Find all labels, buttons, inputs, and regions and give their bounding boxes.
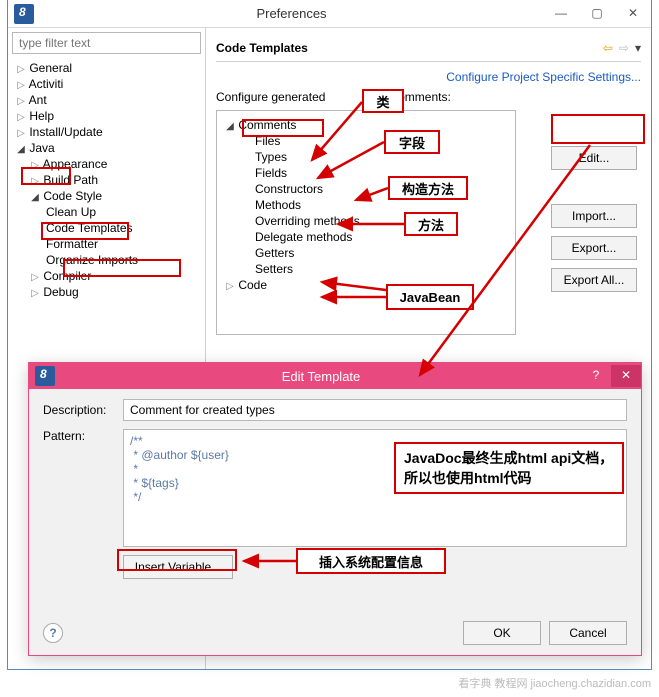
- tree-cleanup[interactable]: Clean Up: [12, 204, 201, 220]
- close-button[interactable]: ✕: [615, 3, 651, 25]
- minimize-button[interactable]: —: [543, 3, 579, 25]
- pattern-content: /** * @author ${user} * * ${tags} */: [130, 434, 229, 504]
- app-icon: [35, 366, 55, 386]
- dialog-help-button[interactable]: ?: [581, 365, 611, 387]
- ok-button[interactable]: OK: [463, 621, 541, 645]
- templates-setters[interactable]: Setters: [225, 261, 507, 277]
- configure-project-link[interactable]: Configure Project Specific Settings...: [216, 70, 641, 84]
- edit-template-dialog: Edit Template ? ✕ Description: Pattern: …: [28, 362, 642, 656]
- app-icon: [14, 4, 34, 24]
- import-button[interactable]: Import...: [551, 204, 637, 228]
- tree-compiler[interactable]: ▷ Compiler: [12, 268, 201, 284]
- tree-codetemplates[interactable]: Code Templates: [12, 220, 201, 236]
- tree-install[interactable]: ▷ Install/Update: [12, 124, 201, 140]
- pattern-label: Pattern:: [43, 429, 123, 443]
- page-title: Code Templates: [216, 41, 603, 55]
- templates-methods[interactable]: Methods: [225, 197, 507, 213]
- help-icon[interactable]: ?: [43, 623, 63, 643]
- description-label: Description:: [43, 403, 123, 417]
- dialog-close-button[interactable]: ✕: [611, 365, 641, 387]
- preferences-tree: ▷ General ▷ Activiti ▷ Ant ▷ Help ▷ Inst…: [12, 60, 201, 300]
- menu-icon[interactable]: ▾: [635, 41, 641, 55]
- cancel-button[interactable]: Cancel: [549, 621, 627, 645]
- filter-input[interactable]: [12, 32, 201, 54]
- templates-fields[interactable]: Fields: [225, 165, 507, 181]
- back-icon[interactable]: ⇦: [603, 41, 613, 55]
- edit-button[interactable]: Edit...: [551, 146, 637, 170]
- templates-code[interactable]: Code: [238, 278, 267, 292]
- tree-formatter[interactable]: Formatter: [12, 236, 201, 252]
- templates-delegate[interactable]: Delegate methods: [225, 229, 507, 245]
- templates-overriding[interactable]: Overriding methods: [225, 213, 507, 229]
- dialog-title: Edit Template: [61, 369, 581, 384]
- preferences-titlebar: Preferences — ▢ ✕: [8, 0, 651, 28]
- insert-variable-button[interactable]: Insert Variable...: [123, 555, 233, 579]
- tree-debug[interactable]: ▷ Debug: [12, 284, 201, 300]
- configure-generated-label: Configure generated comments:: [216, 90, 641, 104]
- pattern-textarea[interactable]: /** * @author ${user} * * ${tags} */: [123, 429, 627, 547]
- forward-icon[interactable]: ⇨: [619, 41, 629, 55]
- templates-comments[interactable]: Comments: [238, 118, 296, 132]
- templates-tree[interactable]: ◢ Comments Files Types Fields Constructo…: [216, 110, 516, 335]
- window-title: Preferences: [40, 6, 543, 21]
- description-input[interactable]: [123, 399, 627, 421]
- watermark: 看字典 教程网 jiaocheng.chazidian.com: [458, 675, 651, 691]
- export-button[interactable]: Export...: [551, 236, 637, 260]
- maximize-button[interactable]: ▢: [579, 3, 615, 25]
- tree-appearance[interactable]: ▷ Appearance: [12, 156, 201, 172]
- tree-ant[interactable]: ▷ Ant: [12, 92, 201, 108]
- templates-types[interactable]: Types: [225, 149, 507, 165]
- templates-getters[interactable]: Getters: [225, 245, 507, 261]
- exportall-button[interactable]: Export All...: [551, 268, 637, 292]
- tree-general[interactable]: ▷ General: [12, 60, 201, 76]
- tree-help[interactable]: ▷ Help: [12, 108, 201, 124]
- tree-activiti[interactable]: ▷ Activiti: [12, 76, 201, 92]
- dialog-titlebar: Edit Template ? ✕: [29, 363, 641, 389]
- tree-java[interactable]: ◢ Java: [12, 140, 201, 156]
- templates-files[interactable]: Files: [225, 133, 507, 149]
- tree-buildpath[interactable]: ▷ Build Path: [12, 172, 201, 188]
- tree-codestyle[interactable]: ◢ Code Style: [12, 188, 201, 204]
- tree-organize[interactable]: Organize Imports: [12, 252, 201, 268]
- templates-constructors[interactable]: Constructors: [225, 181, 507, 197]
